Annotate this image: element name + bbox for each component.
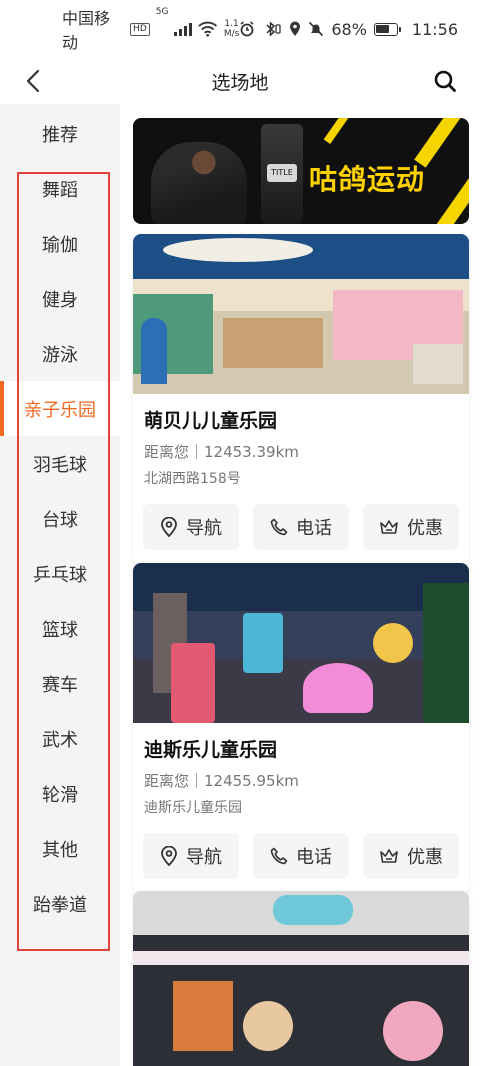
athlete-figure [151,142,247,224]
category-item[interactable]: 亲子乐园 [0,381,120,436]
category-label: 乒乓球 [33,564,87,586]
venue-photo [133,563,469,723]
category-label: 赛车 [42,674,78,696]
venue-card[interactable]: 萌贝儿儿童乐园 距离您｜12453.39km 北湖西路158号 导航 电话 优惠 [133,234,469,564]
net-speed: 1.1 M/s [224,19,240,39]
venue-address: 迪斯乐儿童乐园 [144,800,242,816]
bag-logo: TITLE [267,164,297,182]
venue-actions: 导航 电话 优惠 [133,488,469,564]
category-label: 其他 [42,839,78,861]
venue-distance: 距离您｜12453.39km [144,443,299,461]
back-button[interactable] [16,64,50,98]
category-label: 武术 [42,729,78,751]
category-label: 推荐 [42,124,78,146]
category-item[interactable]: 轮滑 [0,766,120,821]
category-item[interactable]: 台球 [0,491,120,546]
battery-icon [373,22,401,36]
category-label: 篮球 [42,619,78,641]
venue-name: 萌贝儿儿童乐园 [144,410,278,432]
banner-stripe [434,170,469,224]
punching-bag: TITLE [261,124,303,224]
call-label: 电话 [296,847,332,868]
bluetooth-vibrate-icon [266,21,281,37]
category-item[interactable]: 篮球 [0,601,120,656]
location-pin-icon [161,846,177,866]
nav-bar: 选场地 [0,58,480,104]
category-label: 亲子乐园 [24,399,96,421]
discount-label: 优惠 [407,847,443,868]
location-icon [290,21,301,36]
crown-icon [380,520,398,534]
venue-photo [133,234,469,394]
status-bar: 中国移动 HD 5G 1.1 M/s 68% 11:56 [0,0,480,58]
venue-address: 北湖西路158号 [144,471,241,487]
net-speed-value: 1.1 [224,19,239,29]
category-label: 跆拳道 [33,894,87,916]
location-pin-icon [161,517,177,537]
category-sidebar: 推荐舞蹈瑜伽健身游泳亲子乐园羽毛球台球乒乓球篮球赛车武术轮滑其他跆拳道 [0,106,120,1066]
category-item[interactable]: 瑜伽 [0,216,120,271]
banner-stripe [323,118,371,144]
category-item[interactable]: 舞蹈 [0,161,120,216]
category-label: 台球 [42,509,78,531]
venue-actions: 导航 电话 优惠 [133,817,469,893]
chevron-left-icon [26,69,40,93]
category-item[interactable]: 游泳 [0,326,120,381]
battery-percent: 68% [331,19,367,39]
discount-button[interactable]: 优惠 [363,833,459,879]
phone-icon [270,847,288,865]
crown-icon [380,849,398,863]
venue-card[interactable]: 迪斯乐儿童乐园 距离您｜12455.95km 迪斯乐儿童乐园 导航 电话 优惠 [133,563,469,893]
venue-photo [133,891,469,1066]
category-label: 健身 [42,289,78,311]
category-item[interactable]: 乒乓球 [0,546,120,601]
discount-label: 优惠 [407,518,443,539]
venue-list: TITLE 咕鸽运动 萌贝儿儿童乐园 距离您｜12453.39km 北湖西路15… [120,104,480,1066]
navigate-label: 导航 [186,518,222,539]
carrier-label: 中国移动 [62,9,111,52]
venue-card[interactable] [133,891,469,1066]
category-item[interactable]: 赛车 [0,656,120,711]
status-right: 68% 11:56 [239,20,458,39]
category-item[interactable]: 健身 [0,271,120,326]
signal-bars-icon [174,22,193,36]
category-label: 羽毛球 [33,454,87,476]
clock: 11:56 [411,19,458,39]
signal-5g-label: 5G [155,7,169,17]
navigate-label: 导航 [186,847,222,868]
page-title: 选场地 [211,71,269,94]
category-item[interactable]: 武术 [0,711,120,766]
alarm-icon [240,21,254,37]
category-label: 瑜伽 [42,234,78,256]
discount-button[interactable]: 优惠 [363,504,459,550]
status-left: 中国移动 HD 5G 1.1 M/s [62,5,239,53]
wifi-icon [198,21,218,37]
banner-text: 咕鸽运动 [309,163,426,196]
category-item[interactable]: 跆拳道 [0,876,120,931]
hd-badge: HD [130,22,150,36]
search-button[interactable] [428,64,462,98]
category-item[interactable]: 其他 [0,821,120,876]
call-button[interactable]: 电话 [253,504,349,550]
phone-icon [270,518,288,536]
venue-name: 迪斯乐儿童乐园 [144,739,278,761]
venue-distance: 距离您｜12455.95km [144,772,299,790]
category-label: 舞蹈 [42,179,78,201]
navigate-button[interactable]: 导航 [143,833,239,879]
category-label: 游泳 [42,344,78,366]
search-icon [434,70,456,92]
call-button[interactable]: 电话 [253,833,349,879]
category-item[interactable]: 羽毛球 [0,436,120,491]
mute-icon [309,21,324,37]
promo-banner[interactable]: TITLE 咕鸽运动 [133,118,469,224]
category-item[interactable]: 推荐 [0,106,120,161]
net-speed-unit: M/s [223,29,240,39]
call-label: 电话 [296,518,332,539]
navigate-button[interactable]: 导航 [143,504,239,550]
category-label: 轮滑 [42,784,78,806]
